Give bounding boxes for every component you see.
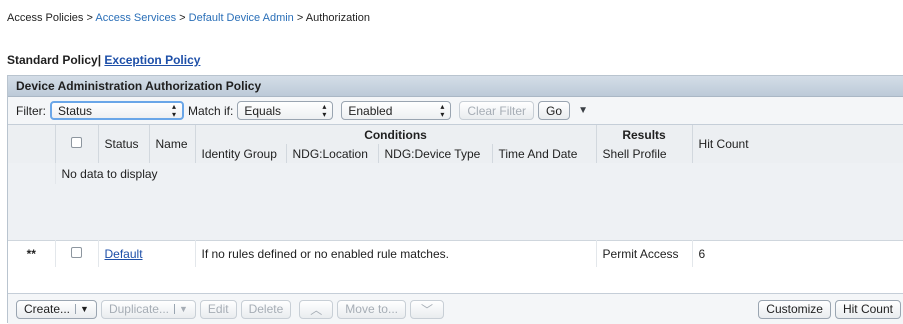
filter-field-value: Status [58, 103, 93, 118]
header-marker [8, 125, 56, 163]
default-row-checkbox-cell [55, 239, 99, 267]
no-data-message: No data to display [55, 163, 903, 184]
match-if-label: Match if: [188, 103, 234, 118]
create-button[interactable]: Create... ▼ [16, 299, 97, 319]
default-rule-link[interactable]: Default [105, 247, 143, 261]
header-results: Results [596, 125, 693, 144]
tab-standard-policy[interactable]: Standard Policy| [7, 53, 101, 67]
go-button[interactable]: Go [538, 101, 571, 120]
header-shell-profile[interactable]: Shell Profile [596, 144, 693, 163]
hit-count-button[interactable]: Hit Count [834, 299, 901, 319]
default-row-name-cell: Default [98, 239, 196, 267]
filter-operator-value: Equals [244, 103, 282, 118]
select-arrows-icon: ▴ ▾ [322, 101, 327, 119]
select-arrows-icon: ▴ ▾ [440, 101, 445, 119]
delete-button[interactable]: Delete [240, 299, 292, 319]
header-select-all [55, 125, 99, 163]
dropdown-caret-icon[interactable]: ▼ [173, 304, 188, 314]
select-all-checkbox[interactable] [71, 137, 82, 148]
filter-value-select[interactable]: Enabled ▴ ▾ [341, 101, 452, 120]
default-row-shell-profile: Permit Access [596, 239, 693, 267]
empty-row-cell [8, 163, 56, 184]
default-row-hit-count: 6 [692, 239, 903, 267]
header-status[interactable]: Status [98, 125, 150, 163]
move-to-button[interactable]: Move to... [337, 299, 406, 319]
breadcrumb-default-device-admin[interactable]: Default Device Admin [189, 12, 294, 24]
header-ndg-location[interactable]: NDG:Location [286, 144, 379, 163]
table-row[interactable]: ** Default If no rules defined or no ena… [8, 239, 903, 267]
breadcrumb-access-policies[interactable]: Access Policies [7, 12, 83, 24]
default-row-marker: ** [8, 239, 56, 267]
default-row-checkbox[interactable] [71, 246, 82, 258]
policy-table: Status Name Conditions Results Hit Count… [8, 125, 903, 267]
chevron-down-icon: ﹀ [420, 302, 433, 317]
bottom-toolbar: Create... ▼ Duplicate... ▼ Edit Delete ︿… [8, 293, 903, 324]
clear-filter-button[interactable]: Clear Filter [459, 101, 535, 120]
select-arrows-icon: ▴ ▾ [171, 101, 176, 119]
filter-field-select[interactable]: Status ▴ ▾ [50, 101, 184, 120]
filter-operator-select[interactable]: Equals ▴ ▾ [237, 101, 334, 120]
header-conditions: Conditions [195, 125, 597, 144]
default-row-condition: If no rules defined or no enabled rule m… [195, 239, 597, 267]
breadcrumb-separator: > [86, 12, 93, 24]
breadcrumb-separator: > [296, 12, 304, 24]
breadcrumb-access-services[interactable]: Access Services [95, 12, 176, 24]
bottom-right-actions: Customize Hit Count [754, 299, 903, 319]
breadcrumb-authorization: Authorization [305, 12, 370, 24]
header-ndg-device-type[interactable]: NDG:Device Type [378, 144, 493, 163]
header-hit-count[interactable]: Hit Count [692, 125, 903, 163]
breadcrumb-separator: > [179, 12, 186, 24]
customize-button[interactable]: Customize [758, 299, 831, 319]
triangle-down-icon[interactable]: ▼ [578, 105, 588, 116]
empty-table-area [8, 184, 903, 240]
move-up-button[interactable]: ︿ [299, 299, 334, 319]
create-label: Create... [24, 302, 71, 316]
filter-label: Filter: [16, 103, 46, 118]
filter-bar: Filter: Status ▴ ▾ Match if: Equals ▴ ▾ En… [8, 97, 903, 125]
edit-button[interactable]: Edit [199, 299, 237, 319]
header-identity-group[interactable]: Identity Group [195, 144, 287, 163]
duplicate-button[interactable]: Duplicate... ▼ [100, 299, 196, 319]
filter-value-value: Enabled [348, 103, 393, 118]
authorization-policy-panel: Device Administration Authorization Poli… [7, 75, 903, 324]
duplicate-label: Duplicate... [108, 302, 169, 316]
header-time-and-date[interactable]: Time And Date [492, 144, 597, 163]
header-name[interactable]: Name [149, 125, 196, 163]
chevron-up-icon: ︿ [310, 302, 323, 317]
move-down-button[interactable]: ﹀ [409, 299, 444, 319]
tab-exception-policy[interactable]: Exception Policy [104, 53, 200, 67]
dropdown-caret-icon[interactable]: ▼ [75, 304, 89, 314]
panel-title: Device Administration Authorization Poli… [8, 76, 903, 97]
policy-tabs: Standard Policy| Exception Policy [7, 53, 200, 67]
breadcrumb: Access Policies > Access Services > Defa… [7, 12, 370, 24]
